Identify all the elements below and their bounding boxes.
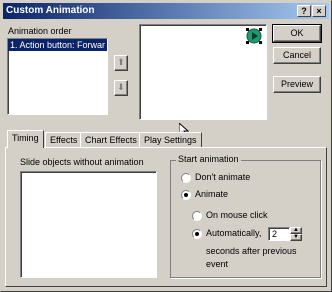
seconds-value: 2: [272, 229, 278, 239]
down-arrow-icon: ⬇: [117, 82, 125, 92]
spin-down-icon: ▼: [293, 234, 299, 240]
dont-animate-radio[interactable]: [181, 173, 191, 183]
cancel-label: Cancel: [282, 50, 311, 60]
start-animation-label-text: Start animation: [178, 154, 239, 164]
automatically-label: Automatically,: [206, 228, 261, 238]
tab-play-settings-label: Play Settings: [144, 135, 197, 145]
seconds-after-line-1: seconds after previous: [206, 246, 297, 256]
ok-button[interactable]: OK: [272, 24, 322, 43]
no-animation-label: Slide objects without animation: [20, 157, 144, 167]
title-bar: Custom Animation ? ×: [3, 3, 329, 19]
tab-effects[interactable]: Effects: [45, 132, 83, 147]
dont-animate-label: Don't animate: [195, 172, 250, 182]
move-up-button[interactable]: ⬆: [114, 55, 128, 71]
automatically-radio[interactable]: [192, 229, 202, 239]
animate-label: Animate: [195, 189, 228, 199]
spin-up-icon: ▲: [293, 227, 299, 233]
custom-animation-dialog: Custom Animation ? × Animation order 1. …: [0, 0, 332, 292]
tab-play-settings[interactable]: Play Settings: [139, 132, 202, 147]
seconds-up-button[interactable]: ▲: [290, 227, 302, 234]
no-animation-list[interactable]: [20, 171, 157, 278]
preview-label: Preview: [280, 79, 313, 89]
radio-selected-dot: [184, 193, 188, 197]
animate-radio[interactable]: [181, 190, 191, 200]
forward-action-button-icon: [246, 28, 262, 44]
seconds-input[interactable]: 2: [268, 227, 290, 241]
on-mouse-click-text: On mouse click: [206, 210, 268, 220]
on-mouse-click-radio[interactable]: [192, 211, 202, 221]
no-animation-label-text: Slide objects without animation: [20, 157, 144, 167]
seconds-down-button[interactable]: ▼: [290, 234, 302, 241]
dont-animate-text: Don't animate: [195, 172, 251, 182]
close-button[interactable]: ×: [312, 5, 326, 17]
radio-selected-dot: [195, 232, 199, 236]
preview-button[interactable]: Preview: [273, 76, 321, 93]
on-mouse-click-label: On mouse click: [206, 210, 268, 220]
ok-label: OK: [290, 28, 304, 38]
help-icon: ?: [301, 6, 307, 16]
tab-effects-label: Effects: [50, 135, 78, 145]
tab-chart-effects-label: Chart Effects: [85, 135, 137, 145]
dialog-title: Custom Animation: [6, 5, 95, 16]
animation-order-label-text: Animation order: [8, 26, 72, 36]
move-down-button[interactable]: ⬇: [114, 80, 128, 96]
animation-order-label: Animation order: [8, 26, 72, 36]
start-animation-label: Start animation: [176, 154, 241, 164]
automatically-text: Automatically,: [206, 228, 262, 238]
seconds-after-line-2: event: [206, 259, 229, 269]
animation-order-list[interactable]: 1. Action button: Forwar: [7, 38, 108, 115]
tab-chart-effects[interactable]: Chart Effects: [80, 132, 142, 147]
preview-pane: [139, 24, 267, 120]
tab-timing-label: Timing: [12, 133, 39, 143]
tab-timing[interactable]: Timing: [7, 130, 44, 148]
animate-text: Animate: [195, 189, 229, 199]
animation-order-item[interactable]: 1. Action button: Forwar: [8, 39, 107, 51]
timing-panel: Slide objects without animation Start an…: [5, 147, 327, 287]
help-button[interactable]: ?: [297, 5, 311, 17]
cancel-button[interactable]: Cancel: [273, 47, 321, 64]
up-arrow-icon: ⬆: [117, 57, 125, 67]
close-icon: ×: [316, 6, 322, 16]
seconds-after-label: seconds after previous event: [206, 246, 297, 269]
